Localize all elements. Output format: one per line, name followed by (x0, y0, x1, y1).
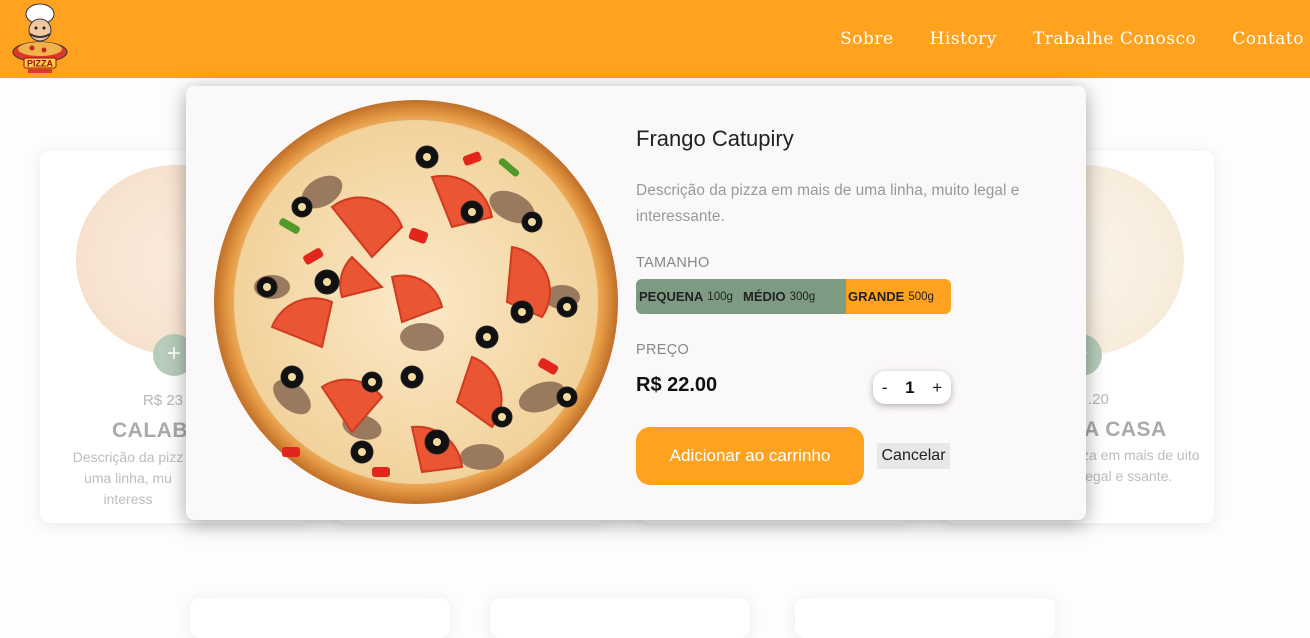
nav-history[interactable]: History (930, 29, 997, 49)
size-weight: 500g (908, 290, 934, 303)
size-name: GRANDE (848, 289, 905, 304)
size-option-medio[interactable]: MÉDIO 300g (741, 279, 846, 314)
size-option-grande[interactable]: GRANDE 500g (846, 279, 951, 314)
size-weight: 300g (789, 290, 816, 303)
pizza-card-row2-1[interactable] (190, 598, 450, 638)
quantity-decrease-button[interactable]: - (882, 378, 888, 398)
size-label: TAMANHO (636, 255, 710, 271)
quantity-increase-button[interactable]: + (932, 378, 942, 398)
card-price: .20 (1088, 391, 1109, 408)
modal-pizza-image (212, 97, 620, 512)
card-price: R$ 23 (143, 392, 184, 409)
size-name: PEQUENA (639, 289, 704, 304)
size-name: MÉDIO (743, 289, 786, 304)
modal-pizza-title: Frango Catupiry (636, 126, 794, 151)
pizza-modal: Frango Catupiry Descrição da pizza em ma… (186, 86, 1086, 520)
size-selector: PEQUENA 100g MÉDIO 300g GRANDE 500g (636, 279, 951, 314)
quantity-stepper: - 1 + (873, 371, 951, 404)
pizza-card-row2-3[interactable] (795, 598, 1055, 638)
pizza-card-row2-2[interactable] (490, 598, 750, 638)
add-to-cart-button[interactable]: Adicionar ao carrinho (636, 427, 864, 485)
card-description: Descrição da pizz uma linha, mu interess (72, 449, 184, 507)
modal-price: R$ 22.00 (636, 374, 718, 396)
modal-pizza-description: Descrição da pizza em mais de uma linha,… (636, 182, 1020, 225)
nav-sobre[interactable]: Sobre (840, 29, 893, 49)
pizza-logo[interactable]: PIZZA (10, 2, 70, 76)
main-nav: Sobre History Trabalhe Conosco Contato (840, 0, 1304, 78)
nav-contato[interactable]: Contato (1232, 29, 1304, 49)
price-label: PREÇO (636, 342, 690, 358)
quantity-value: 1 (905, 377, 915, 397)
nav-trabalhe-conosco[interactable]: Trabalhe Conosco (1033, 29, 1196, 49)
size-weight: 100g (707, 290, 733, 303)
cancel-button[interactable]: Cancelar (877, 443, 950, 469)
top-navbar: PIZZA Sobre History Trabalhe Conosco Con… (0, 0, 1310, 78)
logo-text: PIZZA (27, 59, 53, 69)
card-name: A CASA (1084, 418, 1167, 441)
card-description: za em mais de uito legal e ssante. (1082, 447, 1200, 484)
size-option-pequena[interactable]: PEQUENA 100g (636, 279, 741, 314)
